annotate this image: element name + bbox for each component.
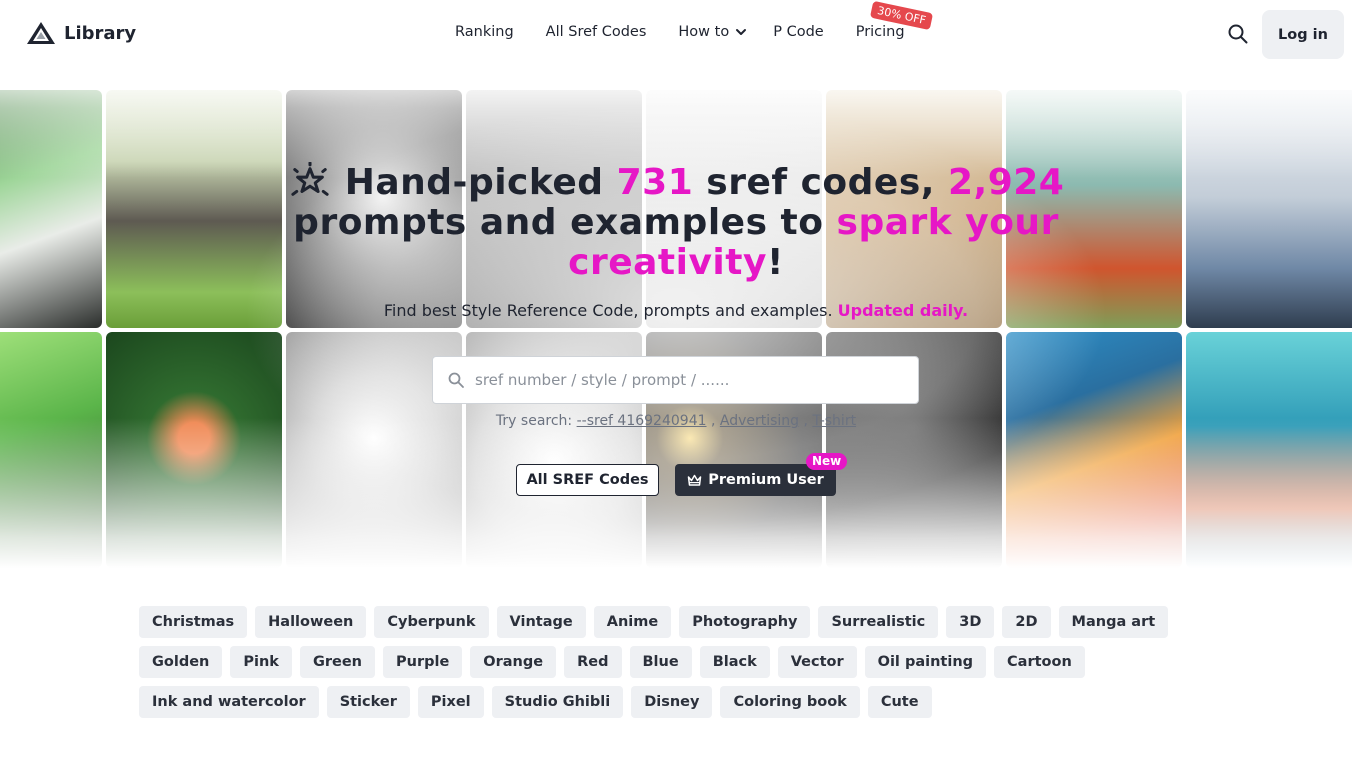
- tag-disney[interactable]: Disney: [631, 686, 713, 718]
- nav-pricing-label: Pricing: [855, 24, 905, 40]
- tag-coloring-book[interactable]: Coloring book: [720, 686, 860, 718]
- tag-green[interactable]: Green: [299, 646, 375, 678]
- crown-icon: [687, 474, 702, 486]
- tag-surrealistic[interactable]: Surrealistic: [818, 606, 939, 638]
- site-header: Library Ranking All Sref Codes How to P …: [0, 0, 1352, 68]
- subtitle-highlight: Updated daily.: [837, 301, 969, 320]
- tag-oil-painting[interactable]: Oil painting: [864, 646, 987, 678]
- tag-manga-art[interactable]: Manga art: [1058, 606, 1169, 638]
- headline-part4: !: [766, 242, 784, 283]
- gallery-image[interactable]: [106, 332, 282, 568]
- logo[interactable]: Library: [26, 20, 136, 46]
- prompt-count: 2,924: [947, 162, 1065, 203]
- gallery-image[interactable]: [0, 90, 102, 328]
- all-sref-codes-button[interactable]: All SREF Codes: [516, 464, 659, 496]
- login-button[interactable]: Log in: [1262, 10, 1344, 59]
- pyramid-logo-icon: [27, 22, 55, 44]
- tag-pixel[interactable]: Pixel: [417, 686, 484, 718]
- tag-halloween[interactable]: Halloween: [255, 606, 367, 638]
- gallery-image[interactable]: [1186, 90, 1352, 328]
- try-search-separator: ,: [799, 413, 813, 429]
- tag-ink-and-watercolor[interactable]: Ink and watercolor: [139, 686, 319, 718]
- try-search-label: Try search:: [495, 413, 577, 429]
- tag-christmas[interactable]: Christmas: [139, 606, 248, 638]
- headline-part3: prompts and examples to: [293, 202, 837, 243]
- tag-anime[interactable]: Anime: [593, 606, 672, 638]
- tag-row-2: Golden Pink Green Purple Orange Red Blue…: [139, 646, 1085, 678]
- tag-cute[interactable]: Cute: [867, 686, 932, 718]
- logo-text: Library: [64, 22, 137, 44]
- tag-orange[interactable]: Orange: [470, 646, 557, 678]
- tag-pink[interactable]: Pink: [230, 646, 292, 678]
- tag-studio-ghibli[interactable]: Studio Ghibli: [491, 686, 624, 718]
- try-search: Try search: --sref 4169240941 , Advertis…: [226, 413, 1126, 429]
- gallery-image[interactable]: [0, 332, 102, 568]
- nav-p-code[interactable]: P Code: [773, 24, 823, 40]
- tag-black[interactable]: Black: [699, 646, 770, 678]
- nav-all-sref-codes[interactable]: All Sref Codes: [546, 24, 647, 40]
- nav-ranking[interactable]: Ranking: [455, 24, 514, 40]
- hero-subtitle: Find best Style Reference Code, prompts …: [226, 301, 1126, 320]
- headline-part2: sref codes,: [693, 162, 948, 203]
- main-nav: Ranking All Sref Codes How to P Code Pri…: [455, 0, 934, 40]
- sparkle-icon: [291, 162, 329, 196]
- tag-vintage[interactable]: Vintage: [496, 606, 586, 638]
- tag-row-1: Christmas Halloween Cyberpunk Vintage An…: [139, 606, 1169, 638]
- tag-red[interactable]: Red: [564, 646, 622, 678]
- tag-sticker[interactable]: Sticker: [326, 686, 410, 718]
- search-input[interactable]: [475, 371, 895, 389]
- tag-purple[interactable]: Purple: [383, 646, 463, 678]
- headline-part1: Hand-picked: [344, 162, 617, 203]
- sref-count: 731: [616, 162, 694, 203]
- try-search-separator: ,: [706, 413, 720, 429]
- tag-golden[interactable]: Golden: [139, 646, 223, 678]
- hero-search: [432, 356, 919, 404]
- try-search-link-advertising[interactable]: Advertising: [720, 413, 799, 429]
- nav-how-to-label: How to: [678, 24, 730, 40]
- nav-pricing[interactable]: Pricing 30% OFF: [855, 0, 934, 40]
- tag-blue[interactable]: Blue: [629, 646, 692, 678]
- tag-cartoon[interactable]: Cartoon: [994, 646, 1085, 678]
- tag-cyberpunk[interactable]: Cyberpunk: [374, 606, 489, 638]
- gallery-image[interactable]: [1186, 332, 1352, 568]
- tag-row-3: Ink and watercolor Sticker Pixel Studio …: [139, 686, 932, 718]
- tag-2d[interactable]: 2D: [1002, 606, 1051, 638]
- search-icon: [448, 372, 464, 388]
- search-icon[interactable]: [1226, 22, 1250, 46]
- chevron-down-icon: [736, 29, 747, 35]
- try-search-link-sref[interactable]: --sref 4169240941: [577, 413, 707, 429]
- try-search-link-tshirt[interactable]: T-shirt: [812, 413, 856, 429]
- premium-user-label: Premium User: [708, 472, 824, 488]
- nav-how-to[interactable]: How to: [678, 24, 747, 40]
- subtitle-text: Find best Style Reference Code, prompts …: [383, 301, 838, 320]
- tag-3d[interactable]: 3D: [946, 606, 995, 638]
- tag-vector[interactable]: Vector: [777, 646, 857, 678]
- hero-headline: Hand-picked 731 sref codes, 2,924 prompt…: [226, 162, 1126, 283]
- new-badge: New: [806, 453, 848, 470]
- gallery-image[interactable]: [1006, 332, 1182, 568]
- tag-photography[interactable]: Photography: [679, 606, 811, 638]
